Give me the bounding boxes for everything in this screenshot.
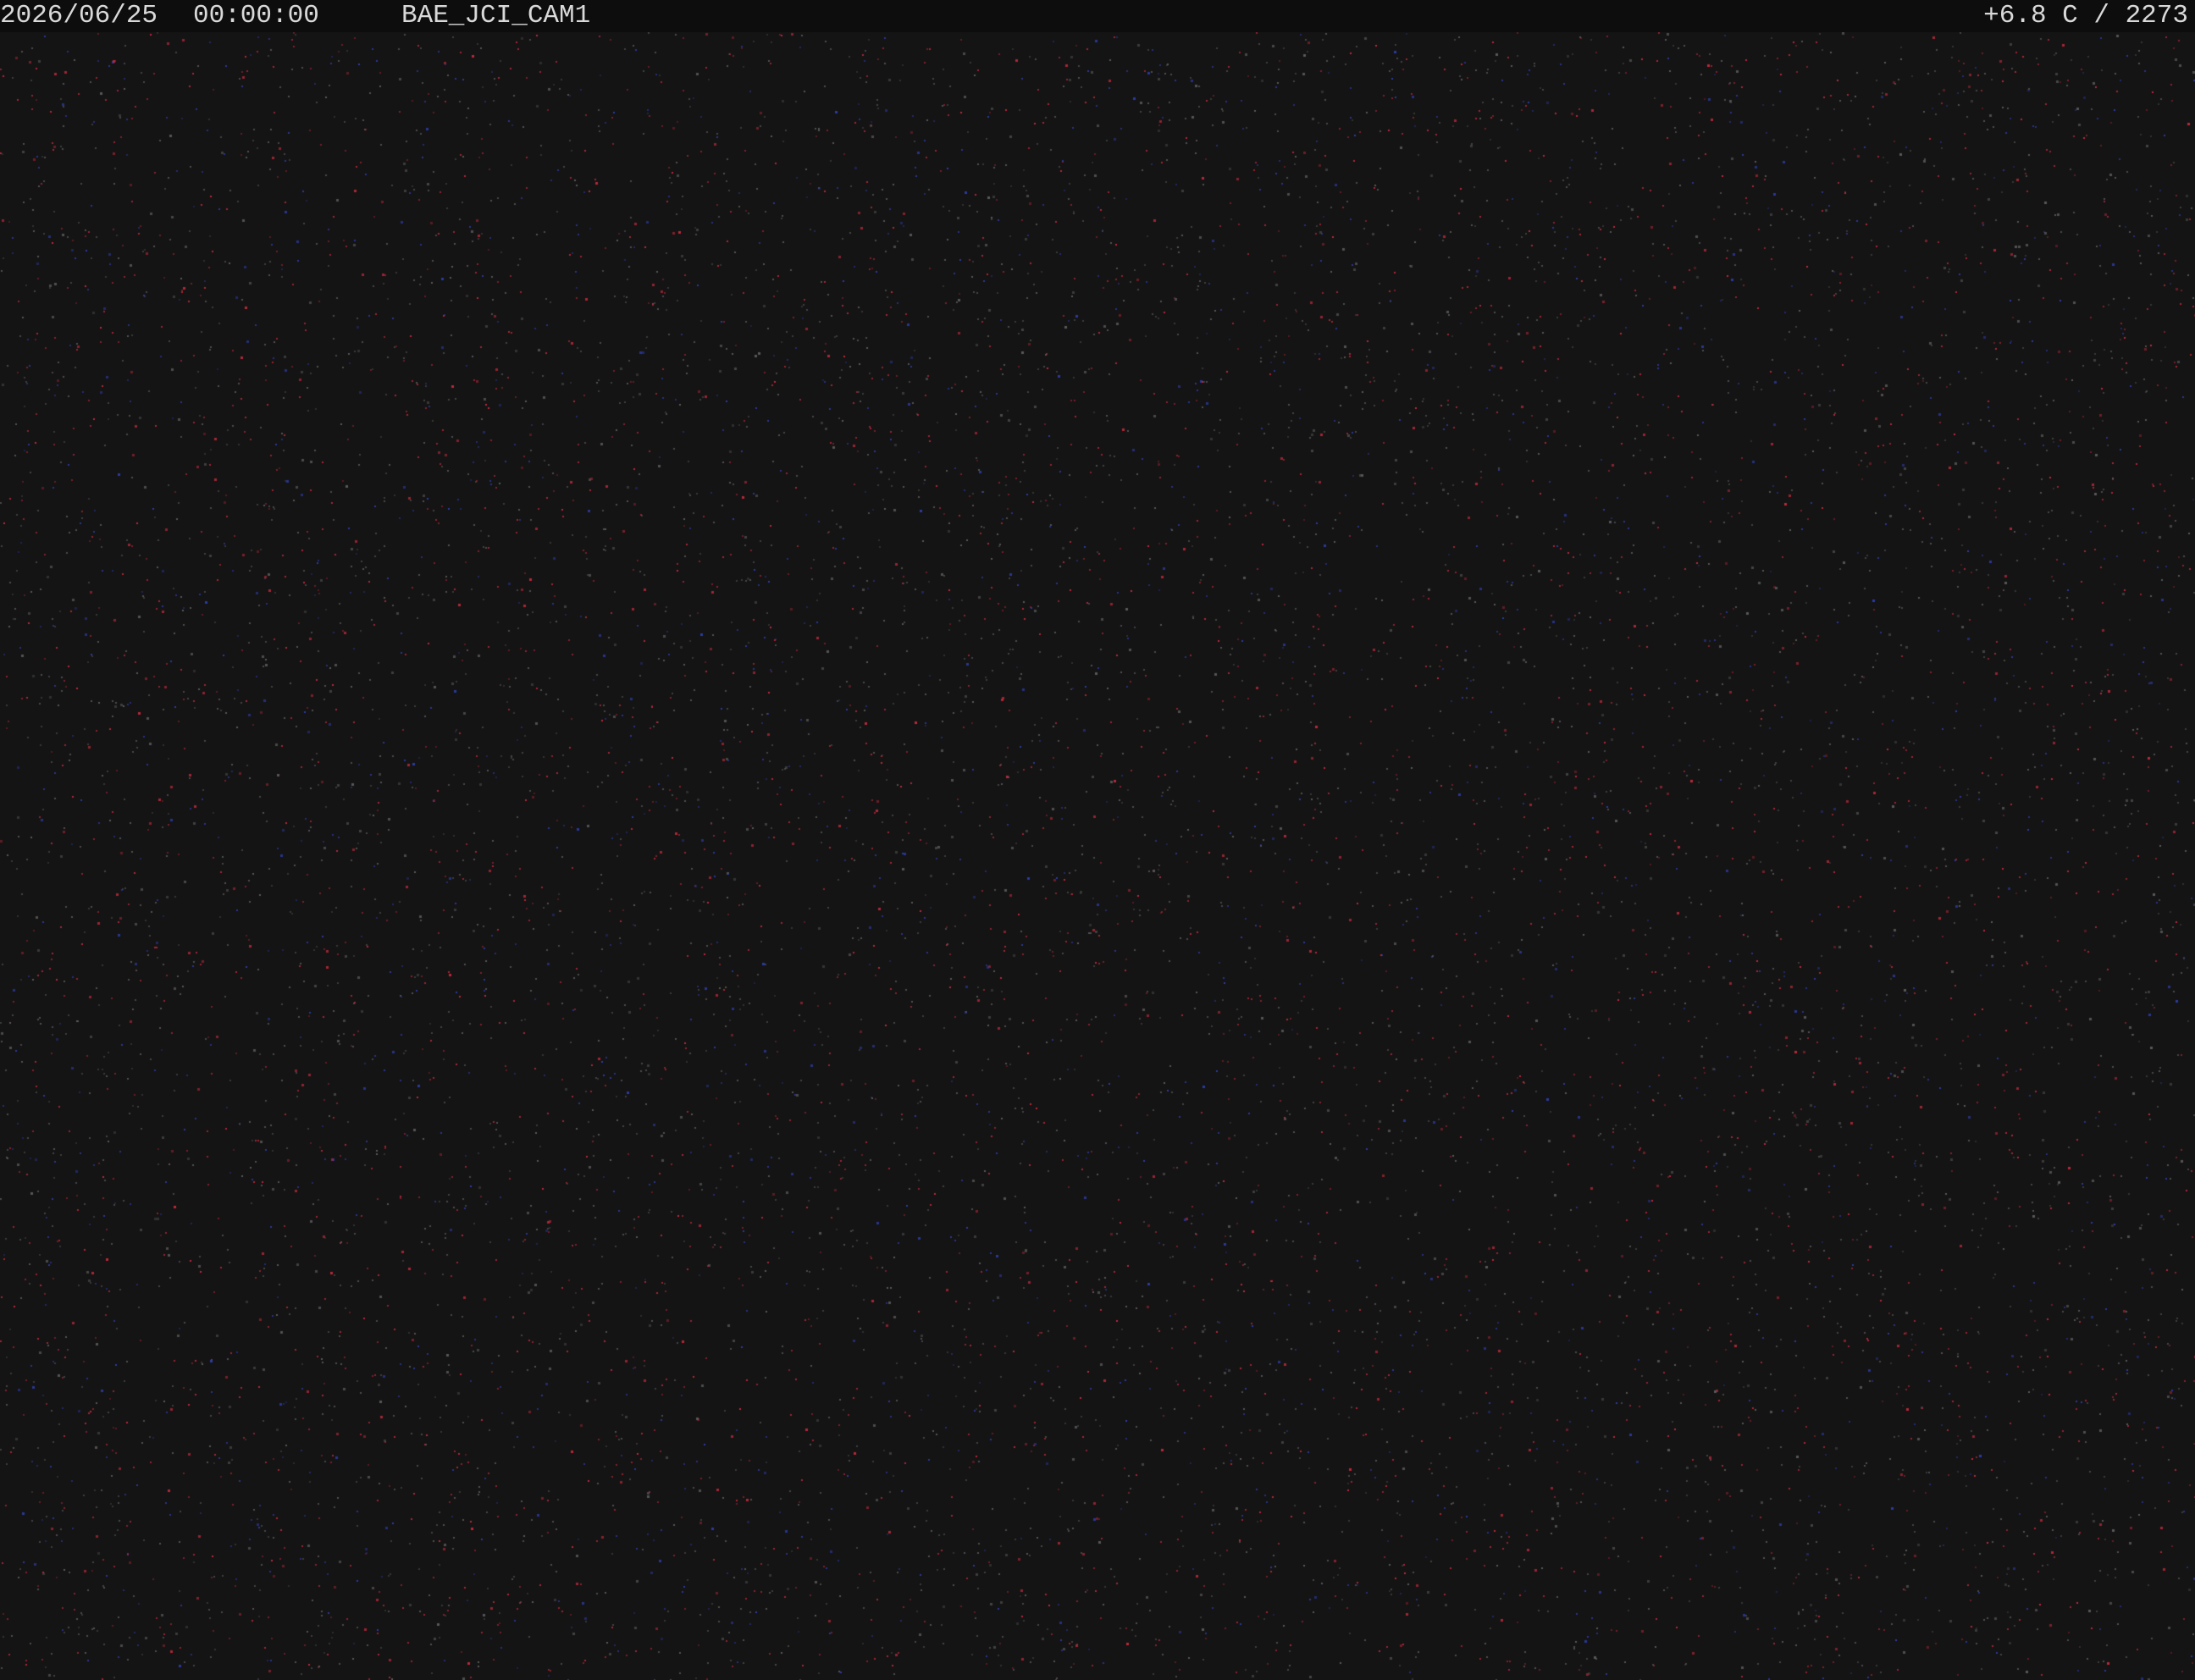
camera-image-noise — [0, 32, 2195, 1680]
overlay-time: 00:00:00 — [193, 1, 319, 30]
overlay-camera-name: BAE_JCI_CAM1 — [401, 1, 591, 30]
overlay-date: 2026/06/25 — [0, 1, 158, 30]
camera-frame: 2026/06/25 00:00:00 BAE_JCI_CAM1 +6.8 C … — [0, 0, 2195, 1680]
camera-overlay-bar: 2026/06/25 00:00:00 BAE_JCI_CAM1 +6.8 C … — [0, 0, 2195, 32]
overlay-temperature-reading: +6.8 C / 2273 — [1983, 1, 2188, 30]
